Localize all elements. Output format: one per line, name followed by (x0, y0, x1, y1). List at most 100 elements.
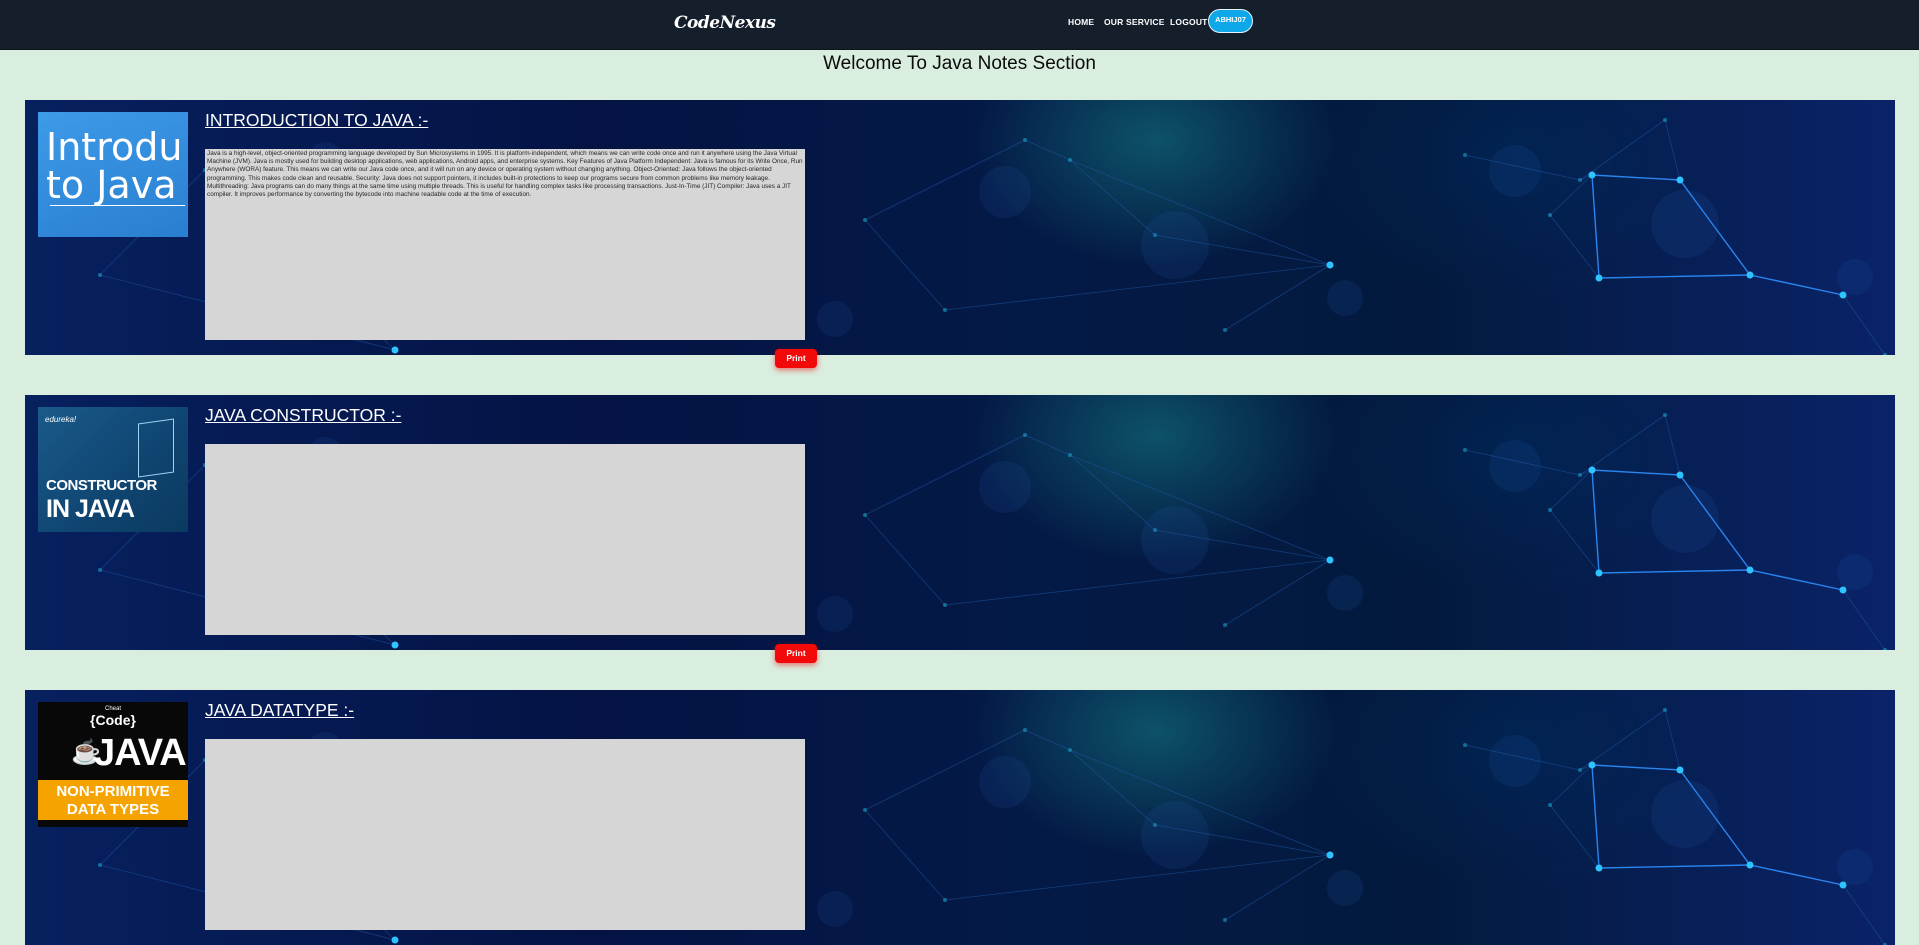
network-node (1023, 728, 1027, 732)
network-line (1749, 569, 1844, 591)
network-line (1069, 454, 1156, 531)
thumbnail-code-text: {Code} (90, 712, 136, 728)
network-line (944, 854, 1331, 901)
network-node (1223, 623, 1227, 627)
print-button[interactable]: Print (775, 349, 817, 368)
network-node (1663, 118, 1667, 122)
network-line (1842, 589, 1886, 650)
network-node (1663, 413, 1667, 417)
brand-logo[interactable]: CodeNexus (674, 13, 776, 33)
network-node (1746, 566, 1754, 574)
network-line (1024, 729, 1071, 751)
network-line (1591, 764, 1681, 771)
thumbnail-line2: IN JAVA (46, 495, 135, 523)
network-node (1676, 766, 1684, 774)
network-node (1326, 851, 1334, 859)
network-line (1842, 884, 1886, 945)
network-node (943, 898, 947, 902)
network-line (1549, 174, 1593, 216)
network-node (1463, 448, 1467, 452)
bokeh-circle (1489, 735, 1541, 787)
nav-our-service-link[interactable]: OUR SERVICE (1104, 17, 1165, 27)
navbar: CodeNexus HOME OUR SERVICE LOGOUT ABHIJ0… (0, 0, 1919, 50)
network-line (864, 514, 946, 606)
network-line (1549, 764, 1593, 806)
network-line (1024, 139, 1071, 161)
network-node (943, 308, 947, 312)
network-node (1746, 861, 1754, 869)
network-line (1591, 469, 1600, 574)
network-line (1024, 434, 1071, 456)
note-card-introduction: Introdu to Java INTRODUCTION TO JAVA :- … (25, 100, 1895, 355)
network-node (1578, 768, 1582, 772)
network-node (1588, 171, 1596, 179)
network-node (1068, 453, 1072, 457)
network-node (1588, 466, 1596, 474)
network-node (1839, 881, 1847, 889)
note-title: JAVA DATATYPE :- (205, 700, 355, 720)
network-line (1664, 119, 1681, 181)
bokeh-circle (1651, 190, 1719, 258)
network-line (944, 559, 1331, 606)
network-line (1591, 764, 1600, 869)
bokeh-circle (1327, 280, 1363, 316)
bokeh-circle (1141, 211, 1209, 279)
bokeh-circle (1837, 554, 1873, 590)
note-body-textarea[interactable] (205, 444, 805, 635)
thumbnail-underline (50, 205, 185, 206)
bokeh-circle (1141, 801, 1209, 869)
network-line (1549, 214, 1600, 279)
network-line (1749, 864, 1844, 886)
bokeh-circle (1651, 780, 1719, 848)
network-node (1068, 748, 1072, 752)
network-node (1595, 569, 1603, 577)
network-node (1068, 158, 1072, 162)
network-line (1598, 569, 1751, 574)
bokeh-circle (1489, 145, 1541, 197)
network-node (98, 863, 102, 867)
bokeh-circle (817, 596, 853, 632)
network-line (1591, 469, 1681, 476)
network-line (944, 264, 1331, 311)
note-title: INTRODUCTION TO JAVA :- (205, 110, 429, 130)
network-node (1676, 176, 1684, 184)
nav-logout-link[interactable]: LOGOUT (1170, 17, 1208, 27)
bokeh-circle (1327, 575, 1363, 611)
network-node (1588, 761, 1596, 769)
bokeh-circle (979, 756, 1031, 808)
network-line (1598, 274, 1751, 279)
network-node (1548, 803, 1552, 807)
note-title: JAVA CONSTRUCTOR :- (205, 405, 402, 425)
network-line (1591, 174, 1600, 279)
network-line (1664, 709, 1681, 771)
note-card-constructor: edureka! CONSTRUCTOR IN JAVA JAVA CONSTR… (25, 395, 1895, 650)
thumbnail-line1: CONSTRUCTOR (46, 477, 157, 494)
network-line (1224, 854, 1331, 921)
network-node (1676, 471, 1684, 479)
network-node (1595, 274, 1603, 282)
bokeh-circle (1141, 506, 1209, 574)
network-line (1598, 864, 1751, 869)
network-node (1463, 153, 1467, 157)
network-node (1326, 556, 1334, 564)
thumbnail-text: Introdu to Java (46, 125, 183, 207)
network-line (1224, 264, 1331, 331)
bokeh-circle (1837, 259, 1873, 295)
network-line (1749, 274, 1844, 296)
bokeh-circle (979, 461, 1031, 513)
note-thumbnail-introduction: Introdu to Java (38, 112, 188, 237)
network-node (1023, 138, 1027, 142)
bokeh-circle (817, 301, 853, 337)
thumbnail-java-text: JAVA (94, 732, 187, 774)
note-body-textarea[interactable]: Java is a high-level, object-oriented pr… (205, 149, 805, 340)
network-node (863, 808, 867, 812)
network-node (391, 346, 399, 354)
note-body-textarea[interactable] (205, 739, 805, 930)
network-node (391, 641, 399, 649)
network-node (98, 273, 102, 277)
nav-home-link[interactable]: HOME (1068, 17, 1094, 27)
user-profile-button[interactable]: ABHIJ07 (1208, 9, 1253, 33)
print-button[interactable]: Print (775, 644, 817, 663)
network-node (1463, 743, 1467, 747)
network-node (98, 568, 102, 572)
